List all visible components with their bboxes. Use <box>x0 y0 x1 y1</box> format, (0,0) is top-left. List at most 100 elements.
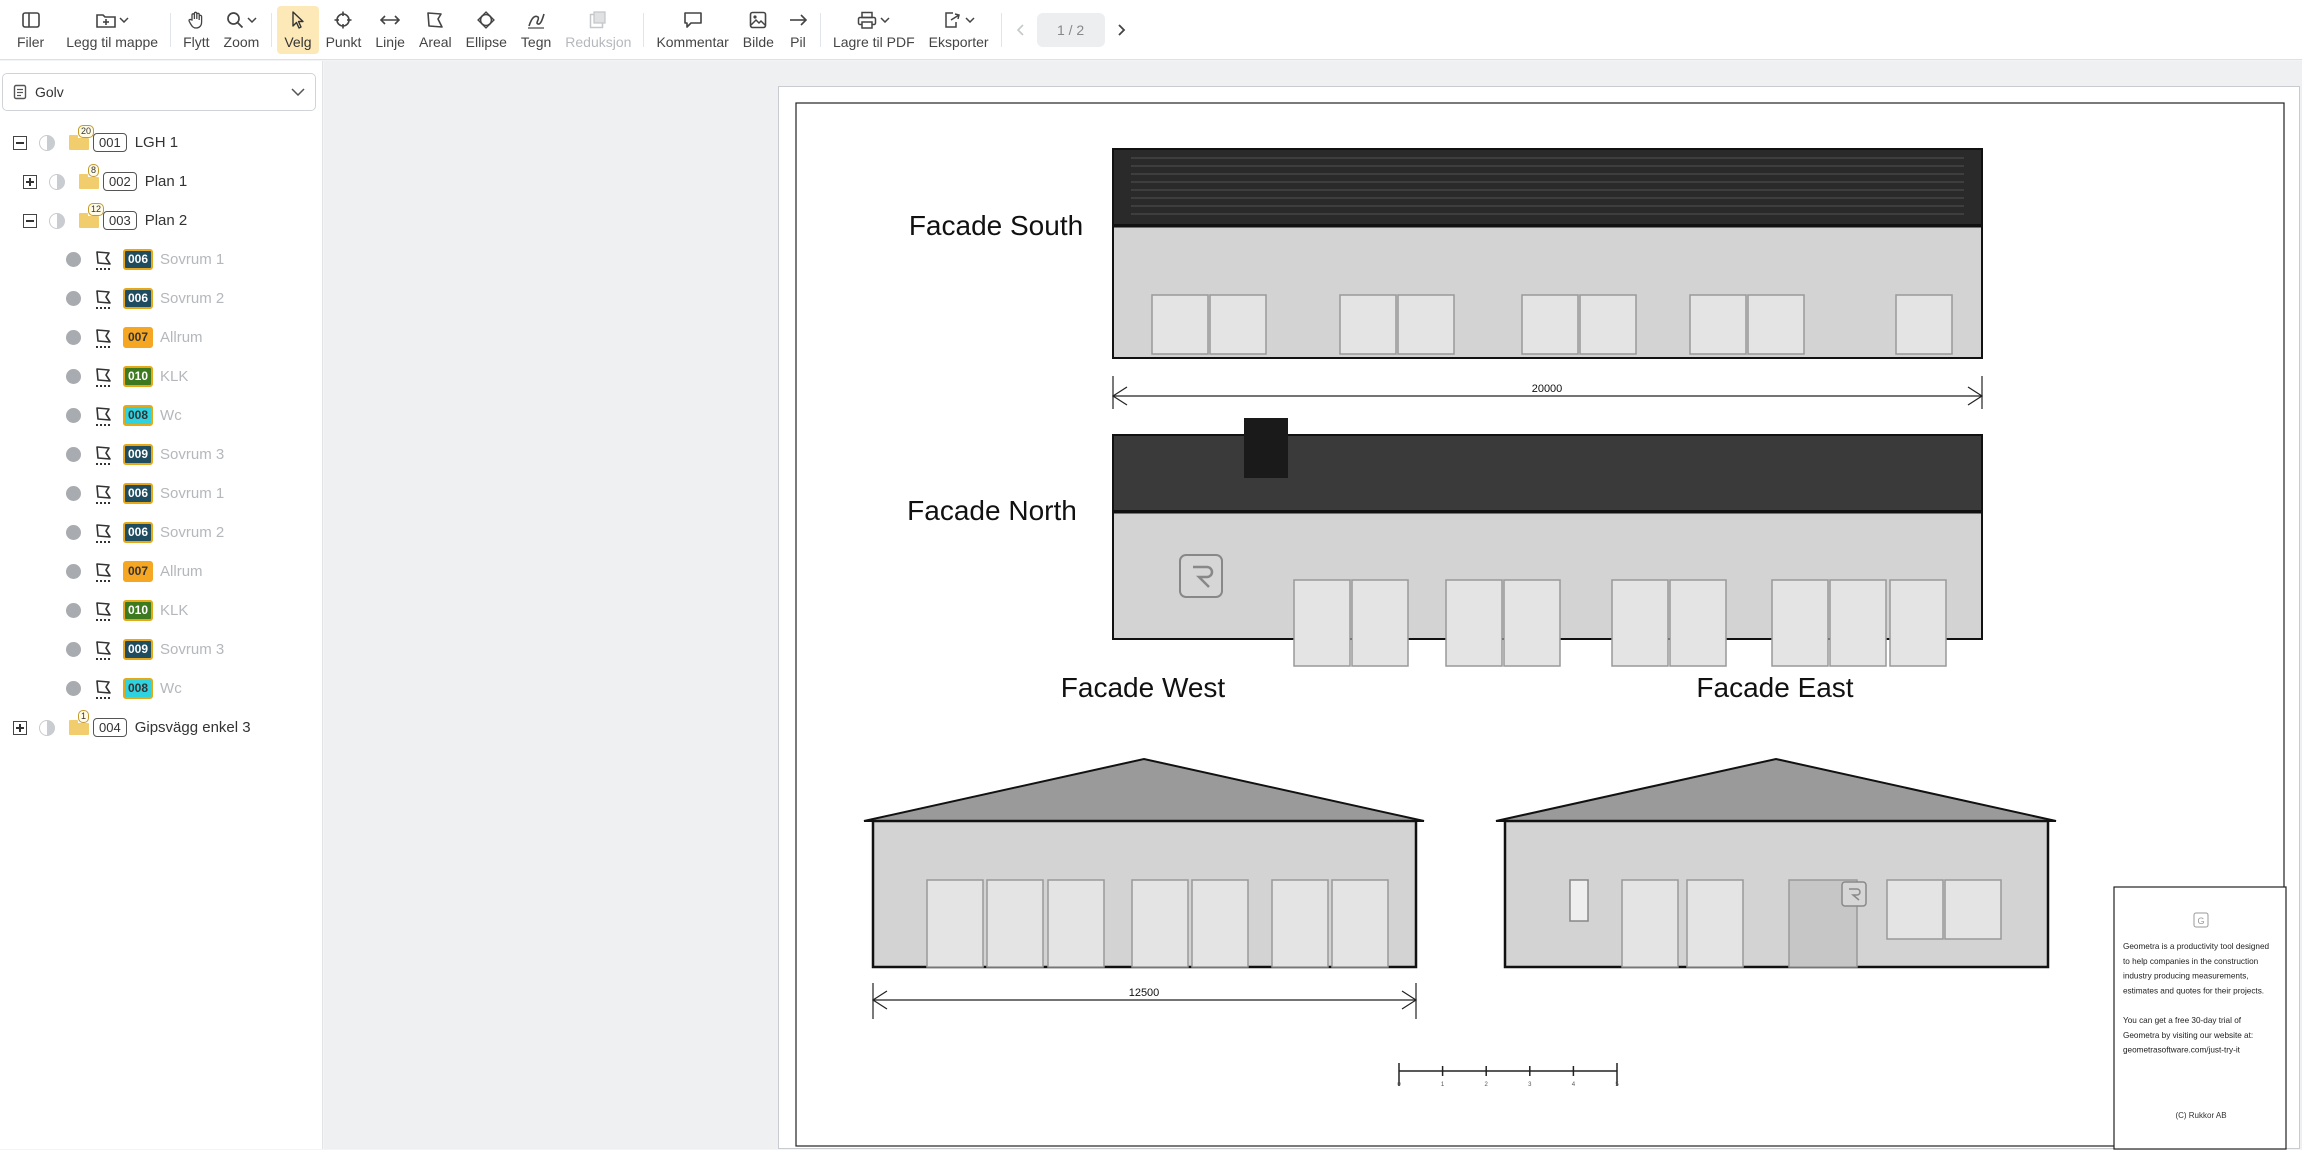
room-code-badge: 009 <box>123 639 154 660</box>
tree-row[interactable]: 006 Sovrum 2 <box>66 279 224 318</box>
export-button[interactable]: Eksporter <box>922 6 996 54</box>
zoom-label: Zoom <box>223 34 260 50</box>
expand-icon[interactable] <box>13 720 27 735</box>
dimension-south-label: 20000 <box>1532 383 1563 395</box>
expand-icon[interactable] <box>23 174 37 189</box>
chevron-down-icon <box>965 17 975 23</box>
scale-bar[interactable]: 0 1 2 3 4 5 <box>1397 1063 1619 1088</box>
layer-dropdown[interactable]: Golv <box>2 73 316 111</box>
window <box>986 879 1044 968</box>
visibility-toggle-icon[interactable] <box>39 134 55 151</box>
dimension-west-label: 12500 <box>1129 987 1160 999</box>
facade-west-title: Facade West <box>1061 672 1226 703</box>
comment-button[interactable]: Kommentar <box>649 6 735 54</box>
tree-row[interactable]: 008 Wc <box>66 396 182 435</box>
draw-button[interactable]: Tegn <box>514 6 558 54</box>
visibility-toggle-icon[interactable] <box>66 681 81 696</box>
info-copyright: (C) Rukkor AB <box>2175 1111 2226 1120</box>
chevron-down-icon <box>291 88 305 96</box>
tree-row[interactable]: 009 Sovrum 3 <box>66 630 224 669</box>
visibility-toggle-icon[interactable] <box>66 369 81 384</box>
tree-row[interactable]: 006 Sovrum 1 <box>66 474 224 513</box>
pan-label: Flytt <box>183 34 210 50</box>
chevron-left-icon[interactable] <box>1015 23 1027 37</box>
tree-row[interactable]: 007 Allrum <box>66 318 203 357</box>
arrow-button[interactable]: Pil <box>781 6 815 54</box>
visibility-toggle-icon[interactable] <box>66 408 81 423</box>
room-code-badge: 008 <box>123 405 154 426</box>
files-button[interactable]: Filer <box>10 6 51 54</box>
page-indicator[interactable]: 1 / 2 <box>1036 12 1105 47</box>
scale-tick-label: 1 <box>1441 1082 1445 1088</box>
visibility-toggle-icon[interactable] <box>66 486 81 501</box>
tree-row[interactable]: 008 Wc <box>66 669 182 708</box>
window <box>1047 879 1105 968</box>
window <box>1771 579 1829 667</box>
image-button[interactable]: Bilde <box>736 6 781 54</box>
reduction-button[interactable]: Reduksjon <box>558 6 638 54</box>
facade-south-elevation[interactable] <box>1112 148 1983 359</box>
area-button[interactable]: Areal <box>412 6 459 54</box>
window <box>1131 879 1189 968</box>
geometra-logo-mark: G <box>2197 916 2204 926</box>
room-code-badge: 010 <box>123 600 154 621</box>
window <box>1209 294 1267 355</box>
facade-north-elevation[interactable] <box>1112 418 1983 667</box>
add-folder-button[interactable]: Legg til mappe <box>59 6 165 54</box>
scale-tick-label: 2 <box>1485 1082 1489 1088</box>
drawing-canvas[interactable]: Facade South 20000 Facade North Facade W… <box>324 61 2302 1150</box>
tree-row[interactable]: 010 KLK <box>66 591 188 630</box>
line-button[interactable]: Linje <box>368 6 412 54</box>
image-label: Bilde <box>742 34 774 50</box>
tree-row[interactable]: 007 Allrum <box>66 552 203 591</box>
visibility-toggle-icon[interactable] <box>66 642 81 657</box>
select-button[interactable]: Velg <box>277 5 319 54</box>
tree-row[interactable]: 006 Sovrum 2 <box>66 513 224 552</box>
visibility-toggle-icon[interactable] <box>66 252 81 267</box>
save-pdf-button[interactable]: Lagre til PDF <box>826 6 922 54</box>
room-code-badge: 008 <box>123 678 154 699</box>
window <box>1944 879 2002 940</box>
folder-icon: 12 <box>79 203 105 228</box>
room-label: Allrum <box>160 329 203 346</box>
tree-row[interactable]: 8 002 Plan 1 <box>23 162 187 201</box>
folder-label: LGH 1 <box>134 134 179 151</box>
visibility-toggle-icon[interactable] <box>49 212 65 229</box>
visibility-toggle-icon[interactable] <box>66 603 81 618</box>
scale-tick-label: 3 <box>1528 1082 1532 1088</box>
tree-row[interactable]: 12 003 Plan 2 <box>23 201 187 240</box>
visibility-toggle-icon[interactable] <box>49 173 65 190</box>
collapse-icon[interactable] <box>13 135 27 150</box>
visibility-toggle-icon[interactable] <box>66 525 81 540</box>
tree-row[interactable]: 1 004 Gipsvägg enkel 3 <box>13 708 251 747</box>
visibility-toggle-icon[interactable] <box>66 564 81 579</box>
chevron-right-icon[interactable] <box>1115 23 1127 37</box>
folder-icon: 1 <box>69 710 90 735</box>
visibility-toggle-icon[interactable] <box>66 447 81 462</box>
area-object-icon <box>96 445 111 465</box>
room-label: Sovrum 3 <box>160 446 225 463</box>
ellipse-button[interactable]: Ellipse <box>459 6 514 54</box>
collapse-icon[interactable] <box>23 213 37 228</box>
visibility-toggle-icon[interactable] <box>66 330 81 345</box>
point-button[interactable]: Punkt <box>319 6 369 54</box>
point-label: Punkt <box>325 34 362 50</box>
select-label: Velg <box>284 34 312 50</box>
visibility-toggle-icon[interactable] <box>66 291 81 306</box>
drawing-page[interactable]: Facade South 20000 Facade North Facade W… <box>778 86 2300 1150</box>
window <box>1895 294 1953 355</box>
zoom-button[interactable]: Zoom <box>217 6 267 54</box>
folder-code: 001 <box>93 133 127 152</box>
visibility-toggle-icon[interactable] <box>39 719 55 736</box>
toolbar-divider <box>643 12 645 47</box>
facade-east-elevation[interactable] <box>1495 757 2057 969</box>
pan-button[interactable]: Flytt <box>176 6 216 54</box>
tree-row[interactable]: 006 Sovrum 1 <box>66 240 224 279</box>
tree-row[interactable]: 009 Sovrum 3 <box>66 435 224 474</box>
window <box>1339 294 1397 355</box>
tree-row[interactable]: 010 KLK <box>66 357 188 396</box>
facade-west-elevation[interactable] <box>863 757 1425 969</box>
folder-label: Gipsvägg enkel 3 <box>134 719 251 736</box>
tree-row[interactable]: 20 001 LGH 1 <box>13 123 178 162</box>
window <box>1445 579 1503 667</box>
